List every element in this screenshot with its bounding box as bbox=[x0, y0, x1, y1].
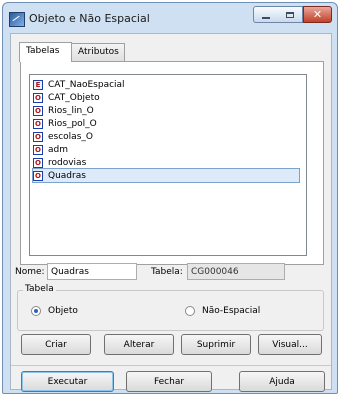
alterar-button[interactable]: Alterar bbox=[104, 334, 174, 355]
minimize-button[interactable] bbox=[253, 6, 279, 23]
minimize-icon bbox=[262, 16, 270, 19]
list-item-label: CAT_NaoEspacial bbox=[48, 79, 125, 90]
object-table-icon: O bbox=[33, 105, 43, 116]
list-item-selected[interactable]: O Quadras bbox=[32, 168, 300, 183]
radio-nao-espacial[interactable]: Não-Espacial bbox=[185, 306, 260, 316]
window-title: Objeto e Não Espacial bbox=[29, 12, 150, 25]
list-item-label: Rios_pol_O bbox=[48, 118, 97, 129]
object-table-icon: O bbox=[33, 92, 43, 103]
tab-atributos[interactable]: Atributos bbox=[71, 43, 125, 62]
list-item[interactable]: E CAT_NaoEspacial bbox=[33, 78, 299, 91]
radio-checked-icon bbox=[31, 306, 41, 316]
close-button[interactable]: ✕ bbox=[303, 6, 332, 23]
title-bar[interactable]: Objeto e Não Espacial ✕ bbox=[3, 3, 337, 33]
object-table-icon: O bbox=[33, 131, 43, 142]
tabela-group-title: Tabela bbox=[23, 284, 56, 294]
list-item-label: rodovias bbox=[48, 157, 87, 168]
ajuda-button[interactable]: Ajuda bbox=[239, 371, 325, 392]
non-spatial-table-icon: E bbox=[33, 79, 43, 90]
close-icon: ✕ bbox=[312, 8, 323, 21]
criar-button[interactable]: Criar bbox=[21, 334, 91, 355]
list-item-label: CAT_Objeto bbox=[48, 92, 100, 103]
app-icon bbox=[9, 12, 25, 27]
object-table-icon: O bbox=[33, 144, 43, 155]
list-item[interactable]: O rodovias bbox=[33, 156, 299, 169]
maximize-icon bbox=[286, 11, 294, 18]
list-item[interactable]: O Rios_lin_O bbox=[33, 104, 299, 117]
list-item[interactable]: O adm bbox=[33, 143, 299, 156]
nome-label: Nome: bbox=[15, 267, 45, 277]
object-table-icon: O bbox=[33, 170, 43, 181]
list-item[interactable]: O escolas_O bbox=[33, 130, 299, 143]
dialog-window: Objeto e Não Espacial ✕ Tabelas Atributo… bbox=[2, 2, 338, 394]
radio-nao-espacial-label: Não-Espacial bbox=[202, 306, 261, 316]
radio-objeto-label: Objeto bbox=[48, 306, 78, 316]
object-table-icon: O bbox=[33, 118, 43, 129]
list-item-label: adm bbox=[48, 144, 68, 155]
table-listbox[interactable]: E CAT_NaoEspacial O CAT_Objeto O Rios_li… bbox=[29, 74, 307, 256]
tabela-label: Tabela: bbox=[151, 267, 183, 277]
fechar-button[interactable]: Fechar bbox=[126, 371, 212, 392]
maximize-button[interactable] bbox=[278, 6, 303, 23]
suprimir-button[interactable]: Suprimir bbox=[181, 334, 251, 355]
tab-panel: E CAT_NaoEspacial O CAT_Objeto O Rios_li… bbox=[20, 61, 324, 265]
list-item[interactable]: O Rios_pol_O bbox=[33, 117, 299, 130]
nome-input[interactable]: Quadras bbox=[47, 263, 137, 280]
radio-unchecked-icon bbox=[185, 306, 195, 316]
list-item[interactable]: O CAT_Objeto bbox=[33, 91, 299, 104]
list-item-label: Quadras bbox=[48, 170, 86, 181]
radio-objeto[interactable]: Objeto bbox=[31, 306, 78, 316]
list-item-label: escolas_O bbox=[48, 131, 93, 142]
tab-tabelas[interactable]: Tabelas bbox=[19, 42, 72, 62]
visual-button[interactable]: Visual... bbox=[258, 334, 322, 355]
divider bbox=[11, 365, 331, 366]
executar-button[interactable]: Executar bbox=[21, 371, 114, 392]
dialog-client-area: Tabelas Atributos E CAT_NaoEspacial O CA… bbox=[10, 33, 332, 392]
list-item-label: Rios_lin_O bbox=[48, 105, 94, 116]
tabela-field: CG000046 bbox=[187, 263, 285, 280]
object-table-icon: O bbox=[33, 157, 43, 168]
